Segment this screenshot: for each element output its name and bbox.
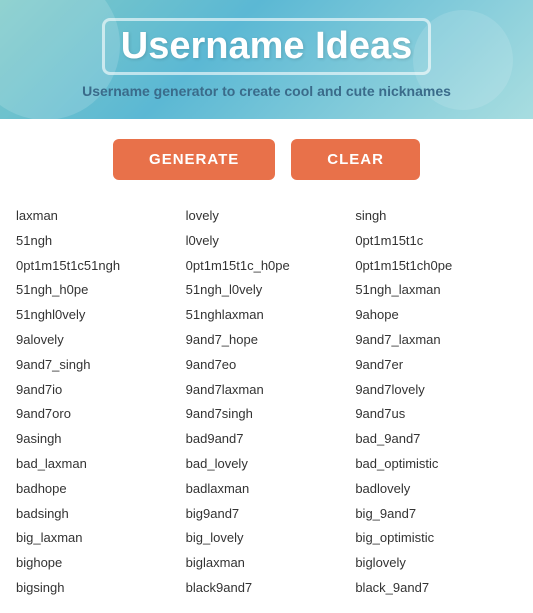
page-title: Username Ideas <box>102 18 432 75</box>
list-item: 9and7us <box>351 402 521 427</box>
list-item: badhope <box>12 477 182 502</box>
list-item: biglaxman <box>182 551 352 576</box>
list-item: 9and7er <box>351 353 521 378</box>
username-column-3: singh0pt1m15t1c0pt1m15t1ch0pe51ngh_laxma… <box>351 204 521 601</box>
list-item: 0pt1m15t1c_h0pe <box>182 254 352 279</box>
list-item: badlovely <box>351 477 521 502</box>
list-item: 9and7eo <box>182 353 352 378</box>
list-item: 9and7_singh <box>12 353 182 378</box>
list-item: bad_optimistic <box>351 452 521 477</box>
list-item: big_laxman <box>12 526 182 551</box>
list-item: 51ngh <box>12 229 182 254</box>
list-item: 51ngh_laxman <box>351 278 521 303</box>
list-item: bad9and7 <box>182 427 352 452</box>
list-item: black_9and7 <box>351 576 521 601</box>
list-item: singh <box>351 204 521 229</box>
list-item: 9and7singh <box>182 402 352 427</box>
generate-button[interactable]: GENERATE <box>113 139 275 180</box>
list-item: 51ngh_h0pe <box>12 278 182 303</box>
list-item: 9and7lovely <box>351 378 521 403</box>
clear-button[interactable]: CLEAR <box>291 139 420 180</box>
list-item: 9alovely <box>12 328 182 353</box>
list-item: 9asingh <box>12 427 182 452</box>
list-item: 51ngh_l0vely <box>182 278 352 303</box>
username-grid: laxman51ngh0pt1m15t1c51ngh51ngh_h0pe51ng… <box>0 200 533 613</box>
list-item: 9and7_laxman <box>351 328 521 353</box>
list-item: bighope <box>12 551 182 576</box>
list-item: big_9and7 <box>351 502 521 527</box>
list-item: big_lovely <box>182 526 352 551</box>
list-item: 51nghlaxman <box>182 303 352 328</box>
list-item: 9ahope <box>351 303 521 328</box>
username-column-2: lovelyl0vely0pt1m15t1c_h0pe51ngh_l0vely5… <box>182 204 352 601</box>
list-item: bad_lovely <box>182 452 352 477</box>
page-subtitle: Username generator to create cool and cu… <box>20 83 513 99</box>
list-item: 9and7laxman <box>182 378 352 403</box>
list-item: badsingh <box>12 502 182 527</box>
list-item: bigsingh <box>12 576 182 601</box>
list-item: badlaxman <box>182 477 352 502</box>
list-item: black9and7 <box>182 576 352 601</box>
list-item: 0pt1m15t1c <box>351 229 521 254</box>
controls-bar: GENERATE CLEAR <box>0 119 533 200</box>
list-item: bad_laxman <box>12 452 182 477</box>
list-item: lovely <box>182 204 352 229</box>
list-item: 9and7oro <box>12 402 182 427</box>
list-item: 51nghl0vely <box>12 303 182 328</box>
username-column-1: laxman51ngh0pt1m15t1c51ngh51ngh_h0pe51ng… <box>12 204 182 601</box>
list-item: big_optimistic <box>351 526 521 551</box>
list-item: 9and7_hope <box>182 328 352 353</box>
list-item: l0vely <box>182 229 352 254</box>
list-item: big9and7 <box>182 502 352 527</box>
list-item: 0pt1m15t1ch0pe <box>351 254 521 279</box>
list-item: bad_9and7 <box>351 427 521 452</box>
list-item: 9and7io <box>12 378 182 403</box>
list-item: laxman <box>12 204 182 229</box>
page-header: Username Ideas Username generator to cre… <box>0 0 533 119</box>
list-item: 0pt1m15t1c51ngh <box>12 254 182 279</box>
list-item: biglovely <box>351 551 521 576</box>
